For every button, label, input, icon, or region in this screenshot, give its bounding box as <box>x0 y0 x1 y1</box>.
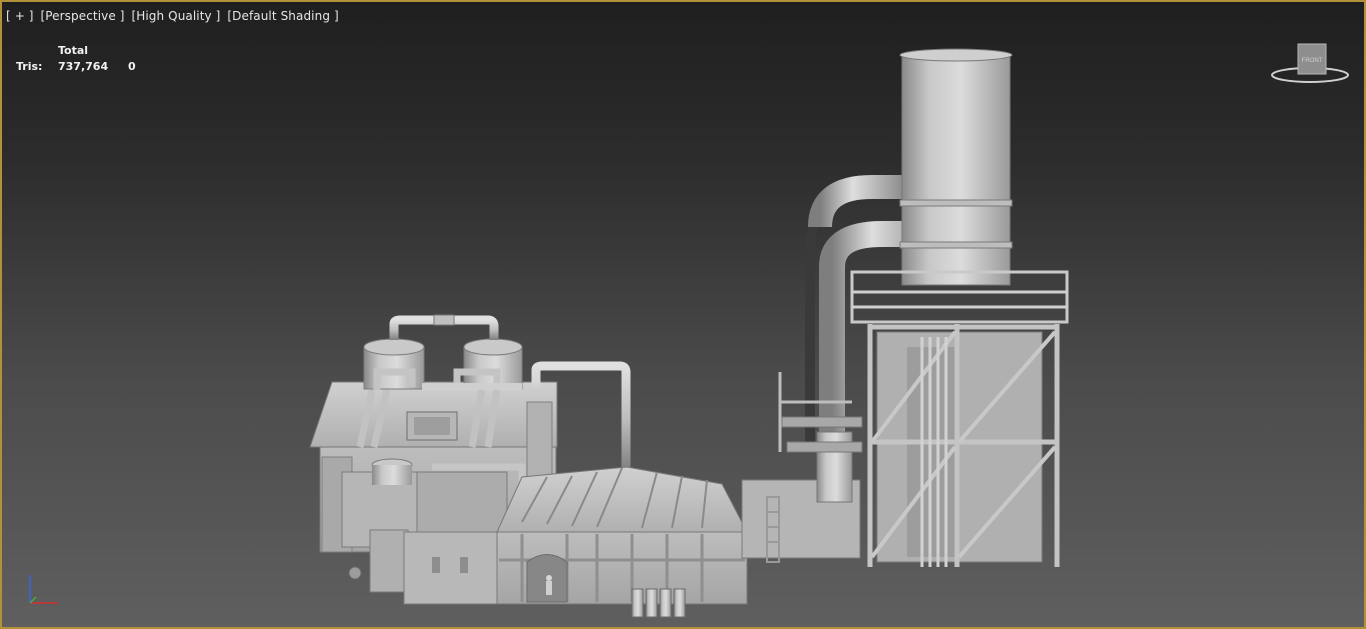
viewcube[interactable]: FRONT <box>1268 42 1352 88</box>
warehouse <box>496 466 748 618</box>
axis-y-line <box>29 596 37 604</box>
viewcube-face-label: FRONT <box>1302 58 1323 64</box>
perspective-viewport[interactable]: [ + ] [Perspective ] [High Quality ] [De… <box>0 0 1366 629</box>
world-axis-tripod <box>29 575 58 604</box>
chimney-tower <box>778 48 1069 567</box>
industrial-plant-model[interactable] <box>2 2 1364 627</box>
